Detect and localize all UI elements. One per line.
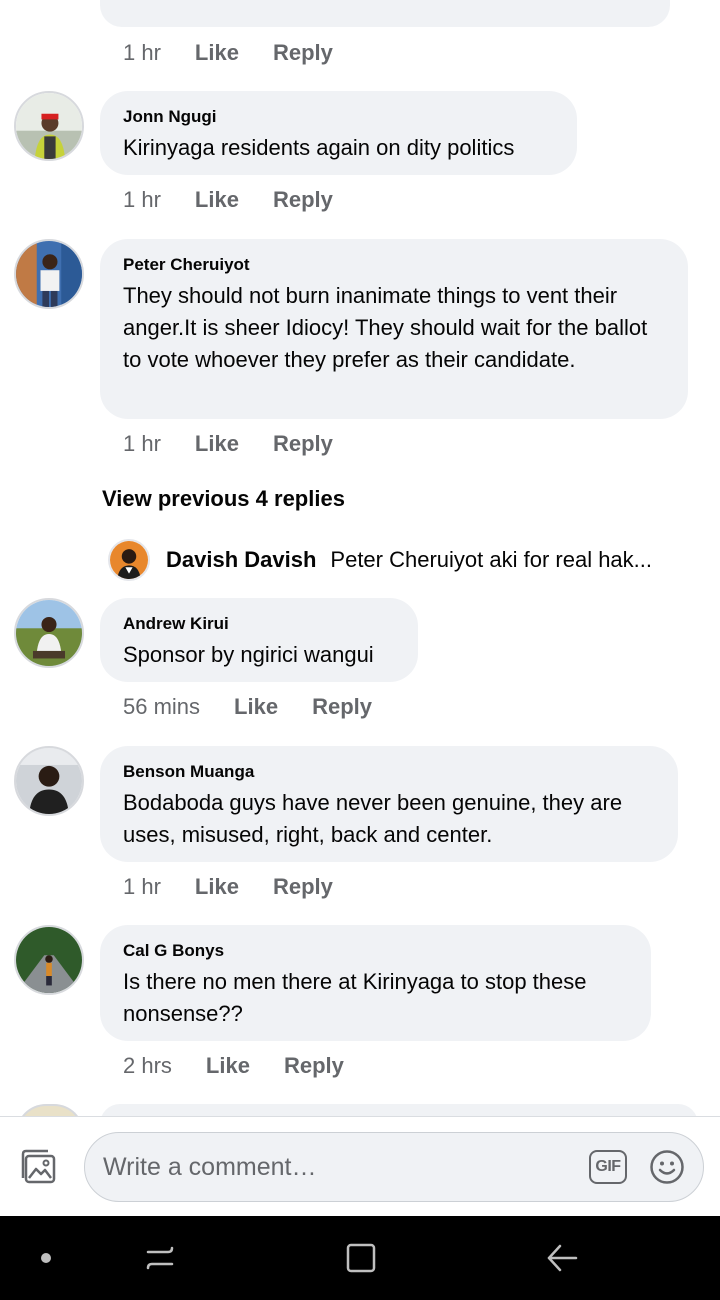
avatar-benson-muanga[interactable] [14,746,84,816]
reply-button[interactable]: Reply [273,874,333,900]
avatar-andrew-kirui[interactable] [14,598,84,668]
comment-bubble-2[interactable]: Peter Cheruiyot They should not burn ina… [100,239,688,419]
comment-meta-4: 1 hr Like Reply [123,874,333,900]
back-icon[interactable] [540,1236,584,1280]
comment-input[interactable] [103,1133,573,1201]
comment-author[interactable]: Andrew Kirui [123,614,395,634]
avatar-cal-g-bonys[interactable] [14,925,84,995]
view-previous-replies-link[interactable]: View previous 4 replies [102,486,345,512]
comment-box[interactable]: GIF [84,1132,704,1202]
reply-button[interactable]: Reply [273,431,333,457]
system-navigation-bar [0,1216,720,1300]
comment-meta-2: 1 hr Like Reply [123,431,333,457]
comment-text: They should not burn inanimate things to… [123,283,648,372]
like-button[interactable]: Like [195,40,239,66]
photo-icon[interactable] [20,1147,60,1187]
reply-preview[interactable]: Davish Davish Peter Cheruiyot aki for re… [108,538,688,582]
comment-meta-3: 56 mins Like Reply [123,694,372,720]
emoji-icon[interactable] [649,1149,685,1185]
comment-author[interactable]: Cal G Bonys [123,941,628,961]
comment-time: 56 mins [123,694,201,719]
avatar-davish-davish[interactable] [108,539,150,581]
reply-text: Peter Cheruiyot aki for real hak... [330,547,652,572]
avatar-jonn-ngugi[interactable] [14,91,84,161]
avatar-peter-cheruiyot[interactable] [14,239,84,309]
comment-time: 1 hr [123,40,161,65]
reply-author[interactable]: Davish Davish [166,547,316,573]
reply-button[interactable]: Reply [312,694,372,720]
home-icon[interactable] [338,1236,382,1280]
like-button[interactable]: Like [195,431,239,457]
like-button[interactable]: Like [195,874,239,900]
reply-button[interactable]: Reply [273,40,333,66]
comment-bubble-4[interactable]: Benson Muanga Bodaboda guys have never b… [100,746,678,862]
recents-icon[interactable] [138,1236,182,1280]
comment-text: Sponsor by ngirici wangui [123,642,374,667]
like-button[interactable]: Like [195,187,239,213]
comment-author[interactable]: Peter Cheruiyot [123,255,665,275]
comment-time: 1 hr [123,431,161,456]
comment-bubble-3[interactable]: Andrew Kirui Sponsor by ngirici wangui [100,598,418,682]
previous-comment-bubble [100,0,670,27]
comment-author[interactable]: Benson Muanga [123,762,655,782]
comment-composer: GIF [0,1116,720,1216]
comment-bubble-5[interactable]: Cal G Bonys Is there no men there at Kir… [100,925,651,1041]
comment-meta-1: 1 hr Like Reply [123,187,333,213]
gif-icon[interactable]: GIF [589,1150,627,1184]
comment-meta-5: 2 hrs Like Reply [123,1053,344,1079]
like-button[interactable]: Like [206,1053,250,1079]
comment-author[interactable]: Jonn Ngugi [123,107,554,127]
nav-dot-icon[interactable] [24,1236,68,1280]
like-button[interactable]: Like [234,694,278,720]
reply-button[interactable]: Reply [273,187,333,213]
comment-time: 2 hrs [123,1053,172,1078]
comment-meta-0: 1 hr Like Reply [123,40,333,66]
comment-time: 1 hr [123,187,161,212]
comment-bubble-1[interactable]: Jonn Ngugi Kirinyaga residents again on … [100,91,577,175]
comment-text: Kirinyaga residents again on dity politi… [123,135,515,160]
comment-text: Is there no men there at Kirinyaga to st… [123,969,587,1026]
reply-button[interactable]: Reply [284,1053,344,1079]
comment-text: Bodaboda guys have never been genuine, t… [123,790,623,847]
comment-time: 1 hr [123,874,161,899]
